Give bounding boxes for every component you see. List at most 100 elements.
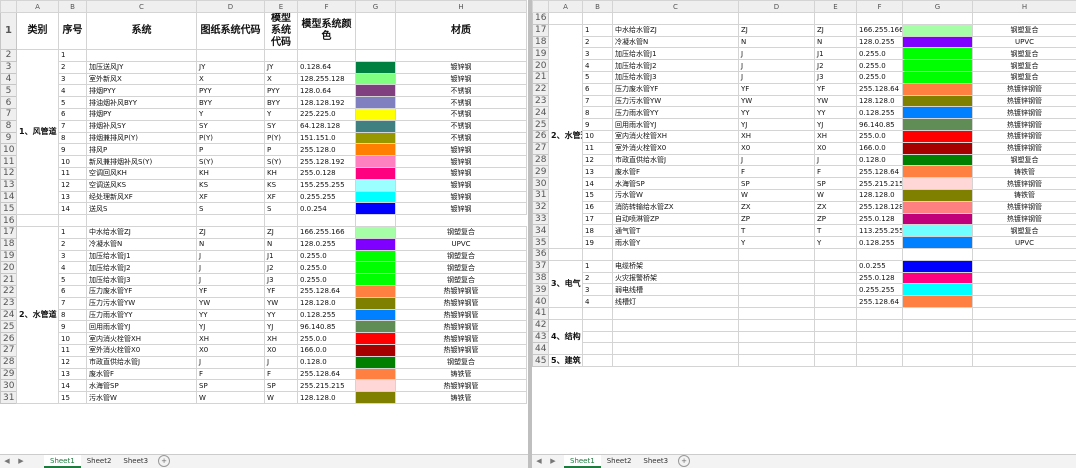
model-code-cell[interactable]: J1 [814, 47, 857, 61]
row-header[interactable]: 1 [0, 12, 17, 50]
color-swatch-cell[interactable] [355, 391, 396, 404]
empty-cell[interactable] [814, 12, 857, 25]
empty-cell[interactable] [548, 12, 583, 25]
row-index-cell[interactable]: 2 [58, 237, 87, 251]
empty-cell[interactable] [902, 12, 973, 25]
empty-cell[interactable] [738, 247, 815, 261]
material-cell[interactable] [972, 295, 1076, 308]
material-cell[interactable]: 铸铁管 [395, 391, 527, 404]
row-header[interactable]: 22 [532, 82, 549, 96]
drawing-code-cell[interactable]: J [738, 59, 815, 72]
column-header-C[interactable]: C [612, 0, 739, 13]
header-model-color[interactable]: 模型系统颜色 [297, 12, 356, 50]
column-header-F[interactable]: F [297, 0, 356, 13]
row-index-cell[interactable]: 3 [58, 72, 87, 86]
header-drawing-code[interactable]: 图纸系统代码 [196, 12, 265, 50]
drawing-code-cell[interactable]: YJ [738, 118, 815, 131]
material-cell[interactable]: 热镀锌钢管 [972, 106, 1076, 120]
material-cell[interactable]: UPVC [395, 237, 527, 251]
system-name-cell[interactable]: 排烟PY [86, 107, 197, 121]
system-name-cell[interactable]: 市政直供给水管J [86, 355, 197, 369]
row-index-cell[interactable]: 3 [582, 47, 613, 61]
row-header[interactable]: 30 [532, 177, 549, 190]
system-name-cell[interactable]: 加压给水管J1 [612, 47, 739, 61]
system-name-cell[interactable]: 电缆桥架 [612, 259, 739, 273]
color-swatch-cell[interactable] [902, 259, 973, 273]
row-header[interactable]: 31 [0, 391, 17, 404]
row-index-cell[interactable]: 10 [58, 332, 87, 345]
color-swatch-cell[interactable] [902, 153, 973, 167]
model-code-cell[interactable]: X0 [264, 343, 298, 357]
row-header[interactable]: 22 [0, 284, 17, 298]
color-rgb-cell[interactable]: 128.255.128 [297, 72, 356, 86]
model-code-cell[interactable]: SP [814, 177, 857, 190]
drawing-code-cell[interactable]: ZP [738, 212, 815, 226]
color-rgb-cell[interactable]: 113.255.255 [856, 224, 903, 238]
sheet-tab-sheet2[interactable]: Sheet2 [81, 455, 118, 468]
material-cell[interactable]: 钢塑复合 [972, 70, 1076, 84]
row-index-cell[interactable]: 5 [582, 70, 613, 84]
drawing-code-cell[interactable] [738, 283, 815, 297]
material-cell[interactable]: 钢塑复合 [972, 153, 1076, 167]
row-header[interactable]: 31 [532, 188, 549, 202]
row-header[interactable]: 40 [532, 295, 549, 308]
empty-cell[interactable] [355, 214, 396, 227]
row-header[interactable]: 3 [0, 60, 17, 74]
color-swatch-cell[interactable] [355, 49, 396, 62]
system-name-cell[interactable]: 压力污水管YW [86, 296, 197, 310]
empty-cell[interactable] [582, 247, 613, 261]
color-rgb-cell[interactable]: 151.151.0 [297, 131, 356, 145]
empty-cell[interactable] [612, 330, 739, 344]
material-cell[interactable]: UPVC [972, 236, 1076, 249]
material-cell[interactable]: 镀锌钢 [395, 178, 527, 192]
row-index-cell[interactable]: 12 [58, 178, 87, 192]
color-swatch-cell[interactable] [902, 212, 973, 226]
empty-cell[interactable] [548, 247, 583, 261]
material-cell[interactable]: 不锈钢 [395, 107, 527, 121]
model-code-cell[interactable]: YJ [814, 118, 857, 131]
model-code-cell[interactable]: J1 [264, 249, 298, 263]
column-header-D[interactable]: D [196, 0, 265, 13]
row-header[interactable]: 28 [0, 355, 17, 369]
row-header[interactable]: 24 [532, 106, 549, 120]
model-code-cell[interactable]: J3 [264, 273, 298, 286]
system-name-cell[interactable]: 废水管F [612, 165, 739, 179]
drawing-code-cell[interactable] [196, 49, 265, 62]
model-code-cell[interactable]: X [264, 72, 298, 86]
row-index-cell[interactable]: 11 [58, 166, 87, 180]
material-cell[interactable]: 热镀锌钢管 [395, 332, 527, 345]
category-cell-water[interactable]: 2、水管道 [548, 23, 583, 249]
system-name-cell[interactable]: 废水管F [86, 367, 197, 381]
empty-cell[interactable] [196, 214, 265, 227]
system-name-cell[interactable]: 排烟补风SY [86, 119, 197, 133]
sheet-tab-sheet1[interactable]: Sheet1 [564, 455, 601, 468]
empty-cell[interactable] [582, 354, 613, 367]
color-rgb-cell[interactable]: 0.128.0 [856, 153, 903, 167]
row-index-cell[interactable]: 9 [582, 118, 613, 131]
empty-cell[interactable] [582, 318, 613, 332]
row-header[interactable]: 34 [532, 224, 549, 238]
color-rgb-cell[interactable]: 0.128.255 [856, 106, 903, 120]
color-swatch-cell[interactable] [902, 236, 973, 249]
system-name-cell[interactable]: 通气管T [612, 224, 739, 238]
model-code-cell[interactable]: J3 [814, 70, 857, 84]
row-header[interactable]: 12 [0, 166, 17, 180]
empty-cell[interactable] [612, 354, 739, 367]
color-swatch-cell[interactable] [355, 367, 396, 381]
drawing-code-cell[interactable]: N [196, 237, 265, 251]
color-swatch-cell[interactable] [902, 23, 973, 37]
row-header[interactable]: 9 [0, 131, 17, 145]
material-cell[interactable]: 钢塑复合 [972, 59, 1076, 72]
model-code-cell[interactable]: J [814, 153, 857, 167]
material-cell[interactable]: 热镀锌钢管 [395, 308, 527, 322]
color-rgb-cell[interactable]: 255.0.0 [297, 332, 356, 345]
column-header-A[interactable]: A [16, 0, 59, 13]
empty-cell[interactable] [86, 214, 197, 227]
system-name-cell[interactable]: 压力雨水管YY [86, 308, 197, 322]
row-header[interactable]: 16 [0, 214, 17, 227]
drawing-code-cell[interactable]: YY [738, 106, 815, 120]
drawing-code-cell[interactable]: ZJ [196, 225, 265, 239]
row-index-cell[interactable]: 7 [58, 296, 87, 310]
row-index-cell[interactable]: 5 [58, 96, 87, 109]
row-header[interactable]: 45 [532, 354, 549, 367]
